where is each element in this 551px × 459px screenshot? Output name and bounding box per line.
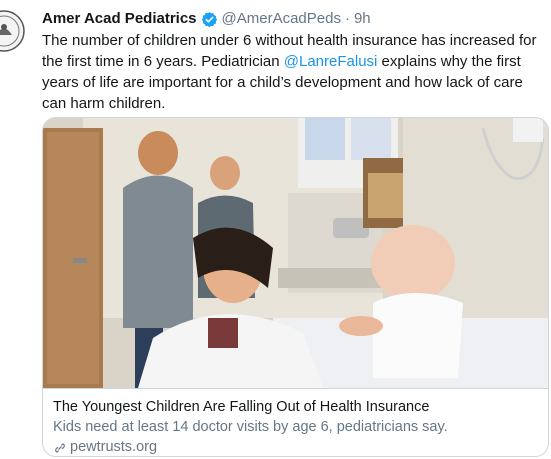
mention-link[interactable]: @LanreFalusi <box>284 53 378 70</box>
card-text-area[interactable]: The Youngest Children Are Falling Out of… <box>43 388 548 456</box>
tweet-text: The number of children under 6 without h… <box>42 30 547 114</box>
card-description: Kids need at least 14 doctor visits by a… <box>53 419 448 435</box>
card-domain: pewtrusts.org <box>53 438 158 456</box>
card-image[interactable] <box>43 118 548 388</box>
author-name[interactable]: Amer Acad Pediatrics <box>42 9 197 29</box>
separator-dot: · <box>344 10 350 27</box>
author-handle[interactable]: @AmerAcadPeds <box>222 9 341 29</box>
tweet-timestamp[interactable]: 9h <box>354 9 371 29</box>
verified-badge-icon <box>201 11 218 28</box>
card-domain-text: pewtrusts.org <box>70 439 158 455</box>
tweet-header: Amer Acad Pediatrics @AmerAcadPeds · 9h <box>42 9 371 29</box>
link-icon <box>53 441 67 455</box>
profile-avatar[interactable] <box>0 10 28 52</box>
card-title[interactable]: The Youngest Children Are Falling Out of… <box>53 398 429 417</box>
link-card[interactable]: The Youngest Children Are Falling Out of… <box>42 117 549 457</box>
